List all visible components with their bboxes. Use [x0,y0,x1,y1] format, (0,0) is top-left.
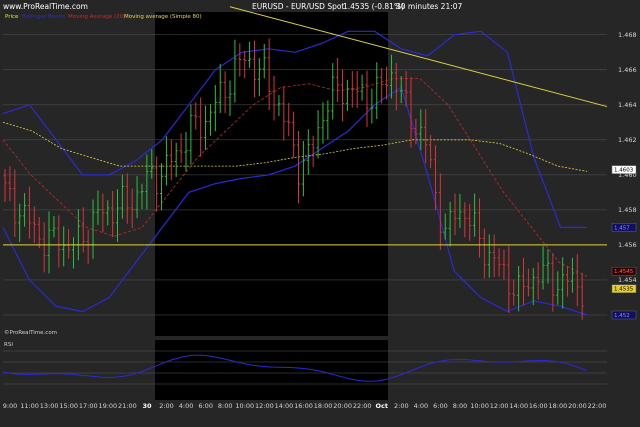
x-tick-label: 20:00 [568,402,587,410]
legend: Price Bollinger Bands Moving Average (20… [5,14,202,20]
legend-ma80: Moving average (Simple 80) [124,14,202,20]
x-tick-label: 8:00 [218,402,233,410]
y-tick-label: 1.456 [618,241,637,249]
x-tick-label: 12:00 [255,402,274,410]
x-tick-label: 30 [142,402,152,410]
price-tag-label: 1.457 [614,225,630,231]
x-axis: 9:00 11:00 13:00 15:00 17:00 19:00 21:00 30 2:00… [3,402,607,410]
watermark: ©ProRealTime.com [4,329,57,336]
x-tick-label: 13:00 [40,402,59,410]
x-tick-label: 10:00 [470,402,489,410]
x-tick-label: 22:00 [588,402,607,410]
night-session-2 [155,340,388,400]
legend-bollinger: Bollinger Bands [22,14,65,20]
y-tick-label: 1.462 [618,136,637,144]
price-tag-label: 1.4545 [614,269,634,275]
x-tick-label: 22:00 [353,402,372,410]
price-tag-label: 1.4535 [614,287,634,293]
chart-title: EURUSD - EUR/USD Spot [252,2,344,11]
x-tick-label: 18:00 [314,402,333,410]
x-tick-label: Oct [376,402,389,410]
x-tick-label: 14:00 [275,402,294,410]
y-tick-label: 1.454 [618,276,637,284]
x-tick-label: 4:00 [179,402,194,410]
legend-ma20: Moving Average (20) [68,14,125,20]
x-tick-label: 11:00 [20,402,39,410]
x-tick-label: 6:00 [433,402,448,410]
x-tick-label: 2:00 [159,402,174,410]
rsi-label: RSI [4,342,13,348]
x-tick-label: 2:00 [394,402,409,410]
x-tick-label: 16:00 [529,402,548,410]
y-tick-label: 1.468 [618,31,637,39]
x-tick-label: 15:00 [59,402,78,410]
x-tick-label: 19:00 [98,402,117,410]
x-tick-label: 12:00 [490,402,509,410]
x-tick-label: 10:00 [235,402,254,410]
site-name: www.ProRealTime.com [3,2,88,11]
x-tick-label: 17:00 [79,402,98,410]
legend-price: Price [5,14,19,20]
x-tick-label: 21:00 [118,402,137,410]
last-price: 1.4535 (-0.81%) [343,2,404,11]
x-tick-label: 20:00 [333,402,352,410]
x-tick-label: 4:00 [414,402,429,410]
price-tag-label: 1.452 [614,313,630,319]
x-tick-label: 16:00 [294,402,313,410]
x-tick-label: 9:00 [3,402,18,410]
x-tick-label: 14:00 [509,402,528,410]
price-tag-label: 1.4603 [614,168,634,174]
x-tick-label: 8:00 [453,402,468,410]
price-chart[interactable]: 1.4521.4541.4561.4581.4601.4621.4641.466… [0,0,640,427]
y-tick-label: 1.458 [618,206,637,214]
x-tick-label: 18:00 [548,402,567,410]
y-tick-label: 1.466 [618,66,637,74]
y-tick-label: 1.464 [618,101,637,109]
timeframe-label: 30 minutes 21:07 [396,2,463,11]
x-tick-label: 6:00 [198,402,213,410]
